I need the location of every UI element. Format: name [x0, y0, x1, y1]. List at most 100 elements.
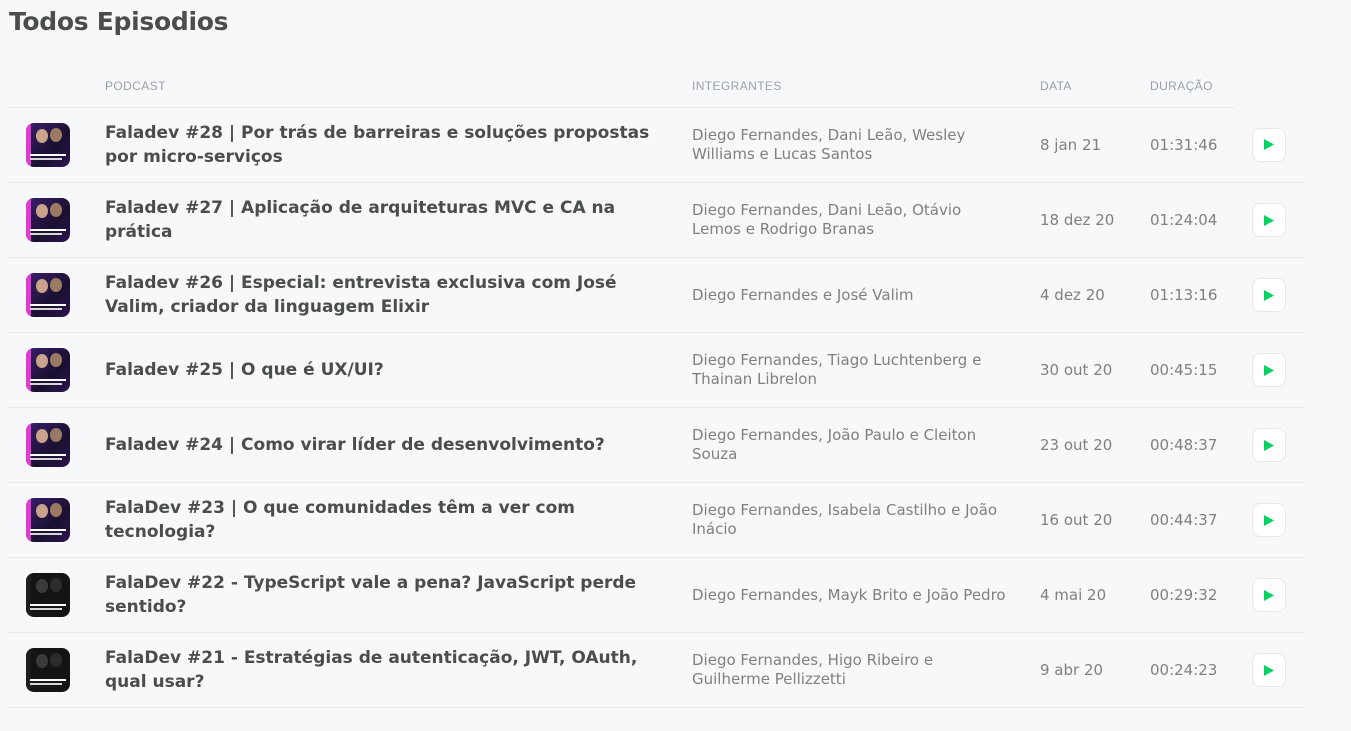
table-body: Faladev #28 | Por trás de barreiras e so… — [8, 107, 1304, 708]
play-button[interactable] — [1252, 578, 1286, 612]
episode-title-link[interactable]: Faladev #28 | Por trás de barreiras e so… — [105, 121, 692, 169]
episode-duration: 00:44:37 — [1150, 511, 1218, 529]
episode-duration: 00:48:37 — [1150, 436, 1218, 454]
play-button[interactable] — [1252, 127, 1286, 162]
thumbnail-cell — [8, 332, 105, 408]
episode-thumbnail[interactable] — [26, 123, 70, 167]
episode-members: Diego Fernandes, Isabela Castilho e João… — [692, 501, 998, 538]
episode-date: 16 out 20 — [1040, 511, 1113, 529]
thumbnail-face — [36, 279, 48, 293]
episode-row: Faladev #28 | Por trás de barreiras e so… — [8, 107, 1304, 183]
episode-row: Faladev #26 | Especial: entrevista exclu… — [8, 257, 1304, 333]
episode-members: Diego Fernandes, Tiago Luchtenberg e Tha… — [692, 351, 982, 388]
col-thumb-header — [8, 64, 105, 108]
thumbnail-cell — [8, 182, 105, 258]
play-icon — [1264, 439, 1274, 451]
episode-members: Diego Fernandes, Mayk Brito e João Pedro — [692, 585, 1006, 604]
thumbnail-face — [50, 353, 62, 367]
thumbnail-caption — [30, 308, 62, 310]
episode-members: Diego Fernandes, Dani Leão, Wesley Willi… — [692, 126, 966, 163]
thumbnail-face — [50, 653, 62, 667]
episode-title-link[interactable]: Faladev #26 | Especial: entrevista exclu… — [105, 271, 692, 319]
thumbnail-face — [36, 429, 48, 443]
thumbnail-cell — [8, 482, 105, 558]
thumbnail-accent — [26, 348, 31, 392]
episode-duration: 01:13:16 — [1150, 286, 1218, 304]
episode-title-link[interactable]: FalaDev #23 | O que comunidades têm a ve… — [105, 496, 692, 544]
thumbnail-cell — [8, 632, 105, 708]
episode-thumbnail[interactable] — [26, 573, 70, 617]
thumbnail-face — [50, 278, 62, 292]
thumbnail-cell — [8, 557, 105, 633]
episode-row: Faladev #25 | O que é UX/UI? Diego Ferna… — [8, 332, 1304, 408]
episode-title-link[interactable]: Faladev #25 | O que é UX/UI? — [105, 358, 692, 382]
thumbnail-face — [50, 428, 62, 442]
thumbnail-caption — [30, 383, 62, 385]
col-duration-header: Duração — [1150, 64, 1234, 108]
episode-thumbnail[interactable] — [26, 348, 70, 392]
thumbnail-caption — [30, 529, 66, 531]
episode-members: Diego Fernandes, Dani Leão, Otávio Lemos… — [692, 201, 962, 238]
thumbnail-cell — [8, 407, 105, 483]
episode-thumbnail[interactable] — [26, 423, 70, 467]
episode-date: 30 out 20 — [1040, 361, 1113, 379]
episode-duration: 00:24:23 — [1150, 661, 1218, 679]
thumbnail-face — [36, 354, 48, 368]
episode-row: FalaDev #21 - Estratégias de autenticaçã… — [8, 632, 1304, 708]
episode-thumbnail[interactable] — [26, 498, 70, 542]
thumbnail-caption — [30, 158, 62, 160]
episode-title-link[interactable]: FalaDev #22 - TypeScript vale a pena? Ja… — [105, 571, 692, 619]
play-button[interactable] — [1252, 428, 1286, 462]
episode-date: 4 dez 20 — [1040, 286, 1105, 304]
thumbnail-caption — [30, 458, 62, 460]
episode-date: 8 jan 21 — [1040, 136, 1102, 154]
col-action-header — [1234, 64, 1304, 108]
thumbnail-caption — [30, 454, 66, 456]
play-button[interactable] — [1252, 278, 1286, 312]
episode-date: 18 dez 20 — [1040, 211, 1115, 229]
thumbnail-caption — [30, 304, 66, 306]
thumbnail-face — [50, 503, 62, 517]
play-icon — [1264, 214, 1274, 226]
thumbnail-caption — [30, 154, 66, 156]
episode-title-link[interactable]: Faladev #24 | Como virar líder de desenv… — [105, 433, 692, 457]
play-icon — [1264, 364, 1274, 376]
thumbnail-accent — [26, 273, 31, 317]
thumbnail-accent — [26, 573, 31, 617]
episode-title-link[interactable]: FalaDev #21 - Estratégias de autenticaçã… — [105, 646, 692, 694]
col-members-header: Integrantes — [692, 64, 1040, 108]
thumbnail-face — [50, 128, 62, 142]
episode-date: 4 mai 20 — [1040, 586, 1107, 604]
table-header: Podcast Integrantes Data Duração — [8, 64, 1304, 108]
thumbnail-caption — [30, 679, 66, 681]
col-date-header: Data — [1040, 64, 1150, 108]
thumbnail-accent — [26, 123, 31, 167]
play-button[interactable] — [1252, 503, 1286, 537]
episode-thumbnail[interactable] — [26, 648, 70, 692]
play-button[interactable] — [1252, 653, 1286, 687]
play-button[interactable] — [1252, 203, 1286, 237]
episode-row: FalaDev #23 | O que comunidades têm a ve… — [8, 482, 1304, 558]
play-icon — [1264, 289, 1274, 301]
thumbnail-face — [36, 204, 48, 218]
thumbnail-caption — [30, 379, 66, 381]
thumbnail-accent — [26, 498, 31, 542]
episode-title-link[interactable]: Faladev #27 | Aplicação de arquiteturas … — [105, 196, 692, 244]
thumbnail-caption — [30, 229, 66, 231]
thumbnail-face — [36, 654, 48, 668]
thumbnail-face — [50, 578, 62, 592]
thumbnail-accent — [26, 648, 31, 692]
thumbnail-accent — [26, 198, 31, 242]
episode-row: FalaDev #22 - TypeScript vale a pena? Ja… — [8, 557, 1304, 633]
thumbnail-caption — [30, 533, 62, 535]
thumbnail-caption — [30, 233, 62, 235]
play-icon — [1264, 514, 1274, 526]
episode-members: Diego Fernandes, João Paulo e Cleiton So… — [692, 426, 977, 463]
episode-duration: 01:24:04 — [1150, 211, 1218, 229]
episode-thumbnail[interactable] — [26, 198, 70, 242]
episode-thumbnail[interactable] — [26, 273, 70, 317]
play-button[interactable] — [1252, 353, 1286, 387]
col-podcast-header: Podcast — [105, 64, 692, 108]
episode-row: Faladev #24 | Como virar líder de desenv… — [8, 407, 1304, 483]
episode-row: Faladev #27 | Aplicação de arquiteturas … — [8, 182, 1304, 258]
